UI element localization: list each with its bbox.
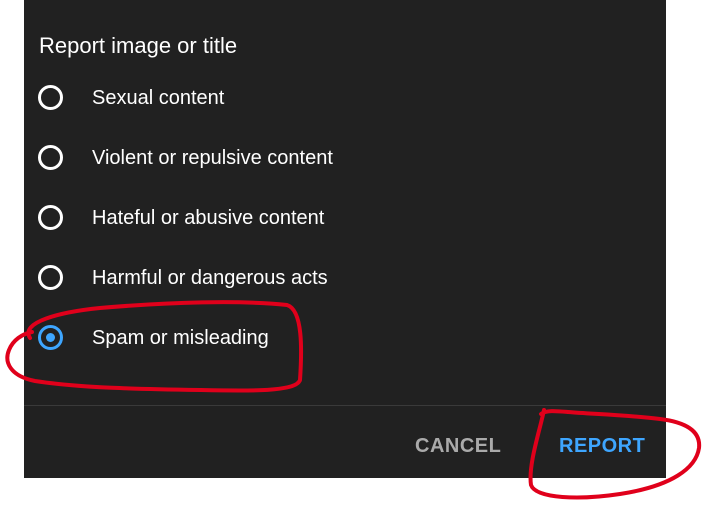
option-violent-content[interactable]: Violent or repulsive content xyxy=(24,130,666,190)
radio-button[interactable] xyxy=(38,145,63,170)
option-hateful-content[interactable]: Hateful or abusive content xyxy=(24,190,666,250)
option-label: Violent or repulsive content xyxy=(92,147,333,169)
radio-button[interactable] xyxy=(38,265,63,290)
radio-button-selected[interactable] xyxy=(38,325,63,350)
option-label: Harmful or dangerous acts xyxy=(92,267,328,289)
option-spam-misleading[interactable]: Spam or misleading xyxy=(24,310,666,370)
radio-button[interactable] xyxy=(38,205,63,230)
report-button[interactable]: REPORT xyxy=(559,435,645,458)
report-reason-list: Sexual content Violent or repulsive cont… xyxy=(24,70,666,370)
dialog-title: Report image or title xyxy=(39,33,238,58)
option-sexual-content[interactable]: Sexual content xyxy=(24,70,666,130)
option-harmful-acts[interactable]: Harmful or dangerous acts xyxy=(24,250,666,310)
screenshot-canvas: Report image or title Sexual content Vio… xyxy=(0,0,703,505)
footer-divider xyxy=(24,405,666,406)
option-label: Spam or misleading xyxy=(92,327,269,349)
report-dialog: Report image or title Sexual content Vio… xyxy=(24,0,666,478)
option-label: Sexual content xyxy=(92,87,225,109)
cancel-button[interactable]: CANCEL xyxy=(415,435,501,458)
radio-selected-dot xyxy=(46,333,55,342)
option-label: Hateful or abusive content xyxy=(92,207,325,229)
radio-button[interactable] xyxy=(38,85,63,110)
